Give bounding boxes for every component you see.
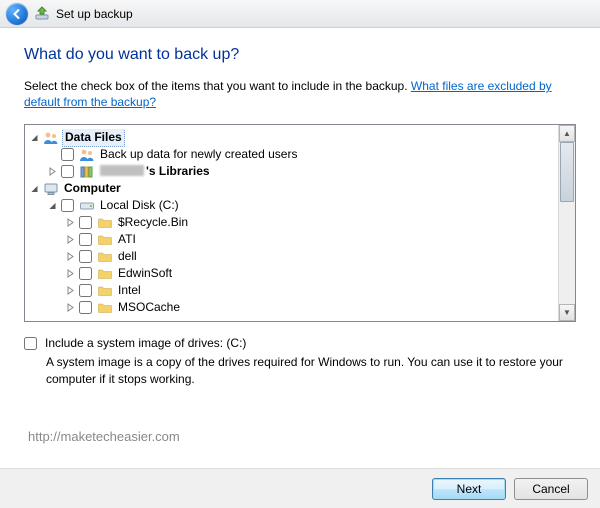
include-image-label: Include a system image of drives: (C:) xyxy=(45,336,246,350)
tree-item-backup-new-users[interactable]: ▷Back up data for newly created users xyxy=(47,146,557,163)
tree-label: Intel xyxy=(116,282,143,299)
page-heading: What do you want to back up? xyxy=(24,46,576,64)
tree-checkbox[interactable] xyxy=(79,233,92,246)
tree-item-data-files[interactable]: ◢ Data Files xyxy=(29,129,557,146)
tree-label: Computer xyxy=(62,180,123,197)
system-image-option: Include a system image of drives: (C:) xyxy=(24,336,576,350)
tree-label: 's Libraries xyxy=(98,163,212,180)
next-button[interactable]: Next xyxy=(432,478,506,500)
tree-item-computer[interactable]: ◢ Computer xyxy=(29,180,557,197)
scrollbar[interactable]: ▲ ▼ xyxy=(558,125,575,321)
computer-icon xyxy=(43,181,59,197)
tree-checkbox[interactable] xyxy=(79,301,92,314)
folder-icon xyxy=(97,249,113,265)
folder-icon xyxy=(97,300,113,316)
tree-label: $Recycle.Bin xyxy=(116,214,190,231)
titlebar: Set up backup xyxy=(0,0,600,28)
expand-caret[interactable] xyxy=(65,285,76,296)
scroll-up-button[interactable]: ▲ xyxy=(559,125,575,142)
folder-icon xyxy=(97,232,113,248)
tree-label: ATI xyxy=(116,231,138,248)
scroll-thumb[interactable] xyxy=(560,142,574,202)
expand-caret[interactable] xyxy=(65,268,76,279)
instruction-prefix: Select the check box of the items that y… xyxy=(24,79,411,93)
expand-caret[interactable]: ◢ xyxy=(47,200,58,211)
drive-icon xyxy=(79,198,95,214)
backup-icon xyxy=(34,6,50,22)
tree-checkbox[interactable] xyxy=(79,267,92,280)
include-image-checkbox[interactable] xyxy=(24,337,37,350)
tree-label: EdwinSoft xyxy=(116,265,174,282)
tree-checkbox[interactable] xyxy=(61,148,74,161)
tree-item-folder[interactable]: ATI xyxy=(65,231,557,248)
cancel-button[interactable]: Cancel xyxy=(514,478,588,500)
back-button[interactable] xyxy=(6,3,28,25)
button-row: Next Cancel xyxy=(0,468,600,508)
expand-caret[interactable] xyxy=(65,234,76,245)
folder-icon xyxy=(97,283,113,299)
tree-label: Data Files xyxy=(62,129,125,147)
people-icon xyxy=(43,130,59,146)
expand-caret[interactable] xyxy=(47,166,58,177)
tree-item-local-disk[interactable]: ◢ Local Disk (C:) xyxy=(47,197,557,214)
expand-caret[interactable]: ◢ xyxy=(29,183,40,194)
tree-label: dell xyxy=(116,248,139,265)
tree-container: ◢ Data Files▷Back up data for newly creat… xyxy=(24,124,576,322)
tree-checkbox[interactable] xyxy=(79,284,92,297)
scroll-track[interactable] xyxy=(559,142,575,304)
tree-checkbox[interactable] xyxy=(61,199,74,212)
window-title: Set up backup xyxy=(56,7,133,21)
watermark-text: http://maketecheasier.com xyxy=(28,429,180,444)
tree-item-folder[interactable]: Intel xyxy=(65,282,557,299)
tree-checkbox[interactable] xyxy=(79,216,92,229)
expand-caret[interactable] xyxy=(65,217,76,228)
tree-checkbox[interactable] xyxy=(61,165,74,178)
tree-item-folder[interactable]: MSOCache xyxy=(65,299,557,316)
library-icon xyxy=(79,164,95,180)
expand-caret[interactable]: ◢ xyxy=(29,132,40,143)
tree-item-folder[interactable]: EdwinSoft xyxy=(65,265,557,282)
instruction-text: Select the check box of the items that y… xyxy=(24,78,576,110)
folder-icon xyxy=(97,215,113,231)
content-area: What do you want to back up? Select the … xyxy=(0,28,600,468)
expand-caret[interactable] xyxy=(65,251,76,262)
tree-label: MSOCache xyxy=(116,299,182,316)
scroll-down-button[interactable]: ▼ xyxy=(559,304,575,321)
tree-item-user-libraries[interactable]: 's Libraries xyxy=(47,163,557,180)
expand-caret[interactable] xyxy=(65,302,76,313)
tree-label: Back up data for newly created users xyxy=(98,146,299,163)
tree-item-folder[interactable]: $Recycle.Bin xyxy=(65,214,557,231)
folder-icon xyxy=(97,266,113,282)
include-image-description: A system image is a copy of the drives r… xyxy=(46,354,576,386)
people-icon xyxy=(79,147,95,163)
tree-checkbox[interactable] xyxy=(79,250,92,263)
tree-item-folder[interactable]: dell xyxy=(65,248,557,265)
tree-label: Local Disk (C:) xyxy=(98,197,181,214)
